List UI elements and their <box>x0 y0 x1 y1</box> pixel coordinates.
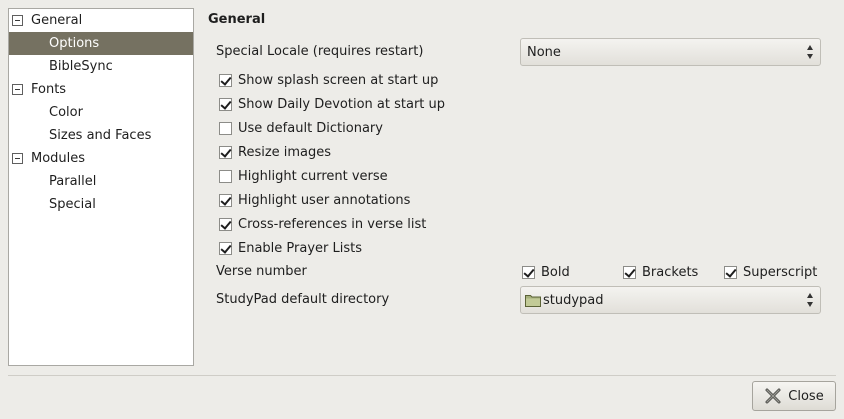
checkbox[interactable] <box>623 265 636 279</box>
collapse-icon[interactable] <box>12 84 23 95</box>
option-label: Bold <box>541 264 570 280</box>
tree-item-label: Parallel <box>49 174 97 189</box>
studypad-value: studypad <box>543 292 604 308</box>
checkbox[interactable] <box>219 97 232 111</box>
tree-item-special[interactable]: Special <box>9 193 193 216</box>
option-label: Enable Prayer Lists <box>238 240 363 256</box>
locale-value: None <box>527 44 561 60</box>
option-label: Use default Dictionary <box>238 120 383 136</box>
locale-select[interactable]: None <box>520 38 821 66</box>
tree-item-label: Modules <box>31 151 86 166</box>
studypad-label: StudyPad default directory <box>216 292 390 307</box>
category-tree[interactable]: General Options BibleSync Fonts Color Si… <box>8 8 194 366</box>
folder-icon <box>525 294 541 307</box>
option-label: Superscript <box>743 264 818 280</box>
tree-item-label: BibleSync <box>49 59 113 74</box>
verse-superscript-option[interactable]: Superscript <box>724 263 817 281</box>
option-label: Highlight current verse <box>238 168 388 184</box>
verse-number-label: Verse number <box>216 264 307 279</box>
option-daily-devotion[interactable]: Show Daily Devotion at start up <box>219 95 445 113</box>
close-button[interactable]: Close <box>752 381 836 411</box>
option-label: Show splash screen at start up <box>238 72 439 88</box>
tree-item-label: General <box>31 13 83 28</box>
close-icon <box>765 388 781 404</box>
tree-item-general[interactable]: General <box>9 9 193 32</box>
checkbox[interactable] <box>219 145 232 159</box>
checkbox[interactable] <box>219 121 232 135</box>
checkbox[interactable] <box>219 169 232 183</box>
tree-item-options[interactable]: Options <box>9 32 193 55</box>
tree-item-label: Fonts <box>31 82 67 97</box>
tree-item-label: Special <box>49 197 96 212</box>
option-highlight-current-verse[interactable]: Highlight current verse <box>219 167 388 185</box>
option-label: Resize images <box>238 144 332 160</box>
close-label: Close <box>788 388 824 404</box>
checkbox[interactable] <box>219 217 232 231</box>
option-default-dictionary[interactable]: Use default Dictionary <box>219 119 383 137</box>
tree-item-label: Sizes and Faces <box>49 128 152 143</box>
option-label: Cross-references in verse list <box>238 216 427 232</box>
section-title: General <box>208 12 266 27</box>
collapse-icon[interactable] <box>12 15 23 26</box>
locale-label: Special Locale (requires restart) <box>216 44 424 59</box>
option-label: Highlight user annotations <box>238 192 411 208</box>
checkbox[interactable] <box>724 265 737 279</box>
checkbox[interactable] <box>522 265 535 279</box>
checkbox[interactable] <box>219 73 232 87</box>
verse-brackets-option[interactable]: Brackets <box>623 263 698 281</box>
tree-item-parallel[interactable]: Parallel <box>9 170 193 193</box>
studypad-directory-chooser[interactable]: studypad <box>520 286 821 314</box>
collapse-icon[interactable] <box>12 153 23 164</box>
checkbox[interactable] <box>219 241 232 255</box>
tree-item-label: Options <box>49 36 100 51</box>
tree-item-modules[interactable]: Modules <box>9 147 193 170</box>
option-label: Brackets <box>642 264 699 280</box>
option-splash-screen[interactable]: Show splash screen at start up <box>219 71 438 89</box>
spin-arrows-icon <box>807 45 814 59</box>
option-resize-images[interactable]: Resize images <box>219 143 331 161</box>
separator <box>8 375 836 376</box>
tree-item-sizes-and-faces[interactable]: Sizes and Faces <box>9 124 193 147</box>
verse-bold-option[interactable]: Bold <box>522 263 570 281</box>
option-label: Show Daily Devotion at start up <box>238 96 446 112</box>
checkbox[interactable] <box>219 193 232 207</box>
tree-item-biblesync[interactable]: BibleSync <box>9 55 193 78</box>
tree-item-fonts[interactable]: Fonts <box>9 78 193 101</box>
spin-arrows-icon <box>807 293 814 307</box>
option-prayer-lists[interactable]: Enable Prayer Lists <box>219 239 362 257</box>
tree-item-color[interactable]: Color <box>9 101 193 124</box>
option-highlight-annotations[interactable]: Highlight user annotations <box>219 191 410 209</box>
tree-item-label: Color <box>49 105 83 120</box>
option-cross-references[interactable]: Cross-references in verse list <box>219 215 426 233</box>
